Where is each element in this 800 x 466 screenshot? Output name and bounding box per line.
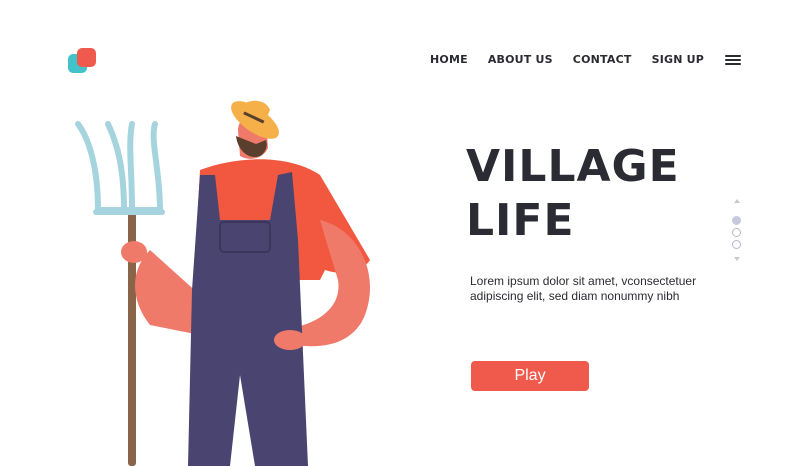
- hero-description: Lorem ipsum dolor sit amet, vconsectetue…: [470, 274, 697, 303]
- pager-dot[interactable]: [732, 240, 741, 249]
- hamburger-line: [725, 55, 741, 57]
- pager-dot[interactable]: [732, 228, 741, 237]
- farmer-hip-hand: [274, 330, 306, 350]
- nav-about-us-link[interactable]: ABOUT US: [488, 53, 553, 66]
- nav-sign-up-link[interactable]: SIGN UP: [652, 53, 704, 66]
- title-line-2: LIFE: [466, 195, 575, 246]
- play-button[interactable]: Play: [471, 361, 589, 391]
- pager-down-icon[interactable]: [734, 257, 740, 261]
- title-line-1: VILLAGE: [466, 141, 680, 192]
- logo-square-red: [77, 48, 96, 67]
- main-nav: HOME ABOUT US CONTACT SIGN UP: [430, 53, 724, 66]
- page-title: VILLAGE LIFE: [466, 140, 706, 248]
- farmer-illustration: [75, 100, 370, 466]
- page-pager: [731, 199, 743, 265]
- farmer-hand: [121, 241, 147, 263]
- farmer-left-arm: [135, 250, 200, 335]
- hamburger-line: [725, 63, 741, 65]
- nav-home-link[interactable]: HOME: [430, 53, 468, 66]
- hamburger-menu-icon[interactable]: [725, 55, 741, 65]
- pitchfork-tines: [75, 121, 165, 215]
- nav-contact-link[interactable]: CONTACT: [573, 53, 632, 66]
- pager-dot-active[interactable]: [732, 216, 741, 225]
- pager-up-icon[interactable]: [734, 199, 740, 203]
- hamburger-line: [725, 59, 741, 61]
- logo-icon[interactable]: [68, 48, 98, 76]
